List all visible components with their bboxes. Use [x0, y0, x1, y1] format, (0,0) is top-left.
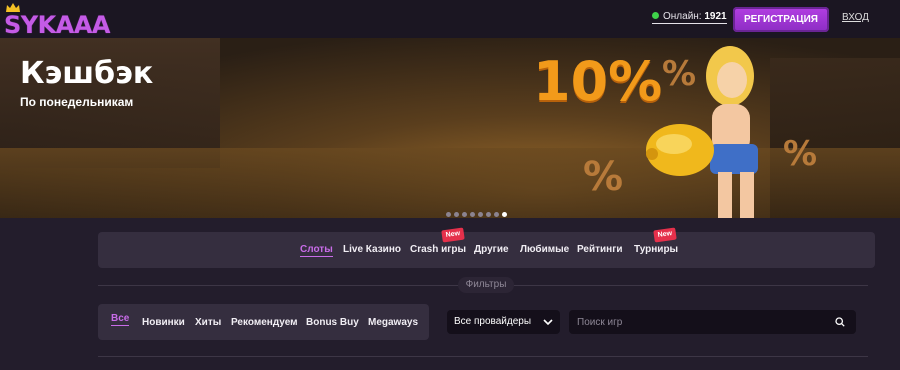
search-icon[interactable]	[835, 317, 845, 327]
site-logo[interactable]: SYKAAA	[4, 3, 110, 39]
new-badge: New	[441, 227, 465, 243]
slide-dot[interactable]	[470, 212, 475, 217]
game-search	[569, 310, 856, 334]
category-tab-ratings[interactable]: Рейтинги	[577, 244, 623, 255]
category-tab-slots[interactable]: Слоты	[300, 244, 333, 257]
provider-select[interactable]: Все провайдеры	[447, 310, 560, 334]
category-tab-live-casino[interactable]: Live Казино	[343, 244, 401, 255]
filter-tab-megaways[interactable]: Megaways	[368, 317, 418, 328]
filter-tab-new[interactable]: Новинки	[142, 317, 185, 328]
category-tab-tournaments[interactable]: Турниры	[634, 244, 678, 255]
filter-tab-bonus-buy[interactable]: Bonus Buy	[306, 317, 359, 328]
slide-dot[interactable]	[462, 212, 467, 217]
online-status-dot	[652, 12, 659, 19]
category-tab-favorites[interactable]: Любимые	[520, 244, 569, 255]
search-input[interactable]	[569, 310, 824, 334]
banner-slide-dots[interactable]	[446, 204, 510, 217]
chevron-down-icon	[543, 319, 553, 326]
filter-tabs: Все Новинки Хиты Рекомендуем Bonus Buy M…	[98, 304, 429, 340]
top-header: SYKAAA Онлайн: 1921 РЕГИСТРАЦИЯ ВХОД	[0, 0, 900, 39]
filter-tab-hits[interactable]: Хиты	[195, 317, 221, 328]
category-tab-other[interactable]: Другие	[474, 244, 509, 255]
banner-character-illustration	[646, 46, 758, 218]
filter-tab-recommended[interactable]: Рекомендуем	[231, 317, 298, 328]
logo-text: SYKAAA	[4, 11, 110, 39]
slide-dot[interactable]	[478, 212, 483, 217]
slide-dot[interactable]	[494, 212, 499, 217]
slide-dot[interactable]	[486, 212, 491, 217]
banner-percent-decor: %	[583, 154, 624, 200]
category-nav: Слоты Live Казино Crash игры New Другие …	[98, 227, 875, 268]
online-count: 1921	[704, 11, 727, 22]
banner-percent-decor: %	[783, 134, 818, 174]
slide-dot[interactable]	[446, 212, 451, 217]
category-tab-crash-games[interactable]: Crash игры	[410, 244, 466, 255]
section-divider	[98, 356, 868, 357]
slide-dot[interactable]	[502, 212, 507, 217]
register-button[interactable]: РЕГИСТРАЦИЯ	[733, 7, 829, 32]
provider-select-value: Все провайдеры	[454, 316, 532, 327]
banner-subtitle: По понедельникам	[20, 95, 134, 109]
promo-banner[interactable]: Кэшбэк По понедельникам 10% % % %	[0, 38, 900, 218]
banner-title: Кэшбэк	[20, 56, 154, 91]
slide-dot[interactable]	[454, 212, 459, 217]
login-link[interactable]: ВХОД	[842, 12, 869, 23]
new-badge: New	[653, 227, 677, 243]
filters-label: Фильтры	[458, 277, 514, 293]
online-counter: Онлайн: 1921	[652, 11, 727, 24]
online-label: Онлайн:	[663, 11, 702, 22]
filter-tab-all[interactable]: Все	[111, 313, 130, 326]
